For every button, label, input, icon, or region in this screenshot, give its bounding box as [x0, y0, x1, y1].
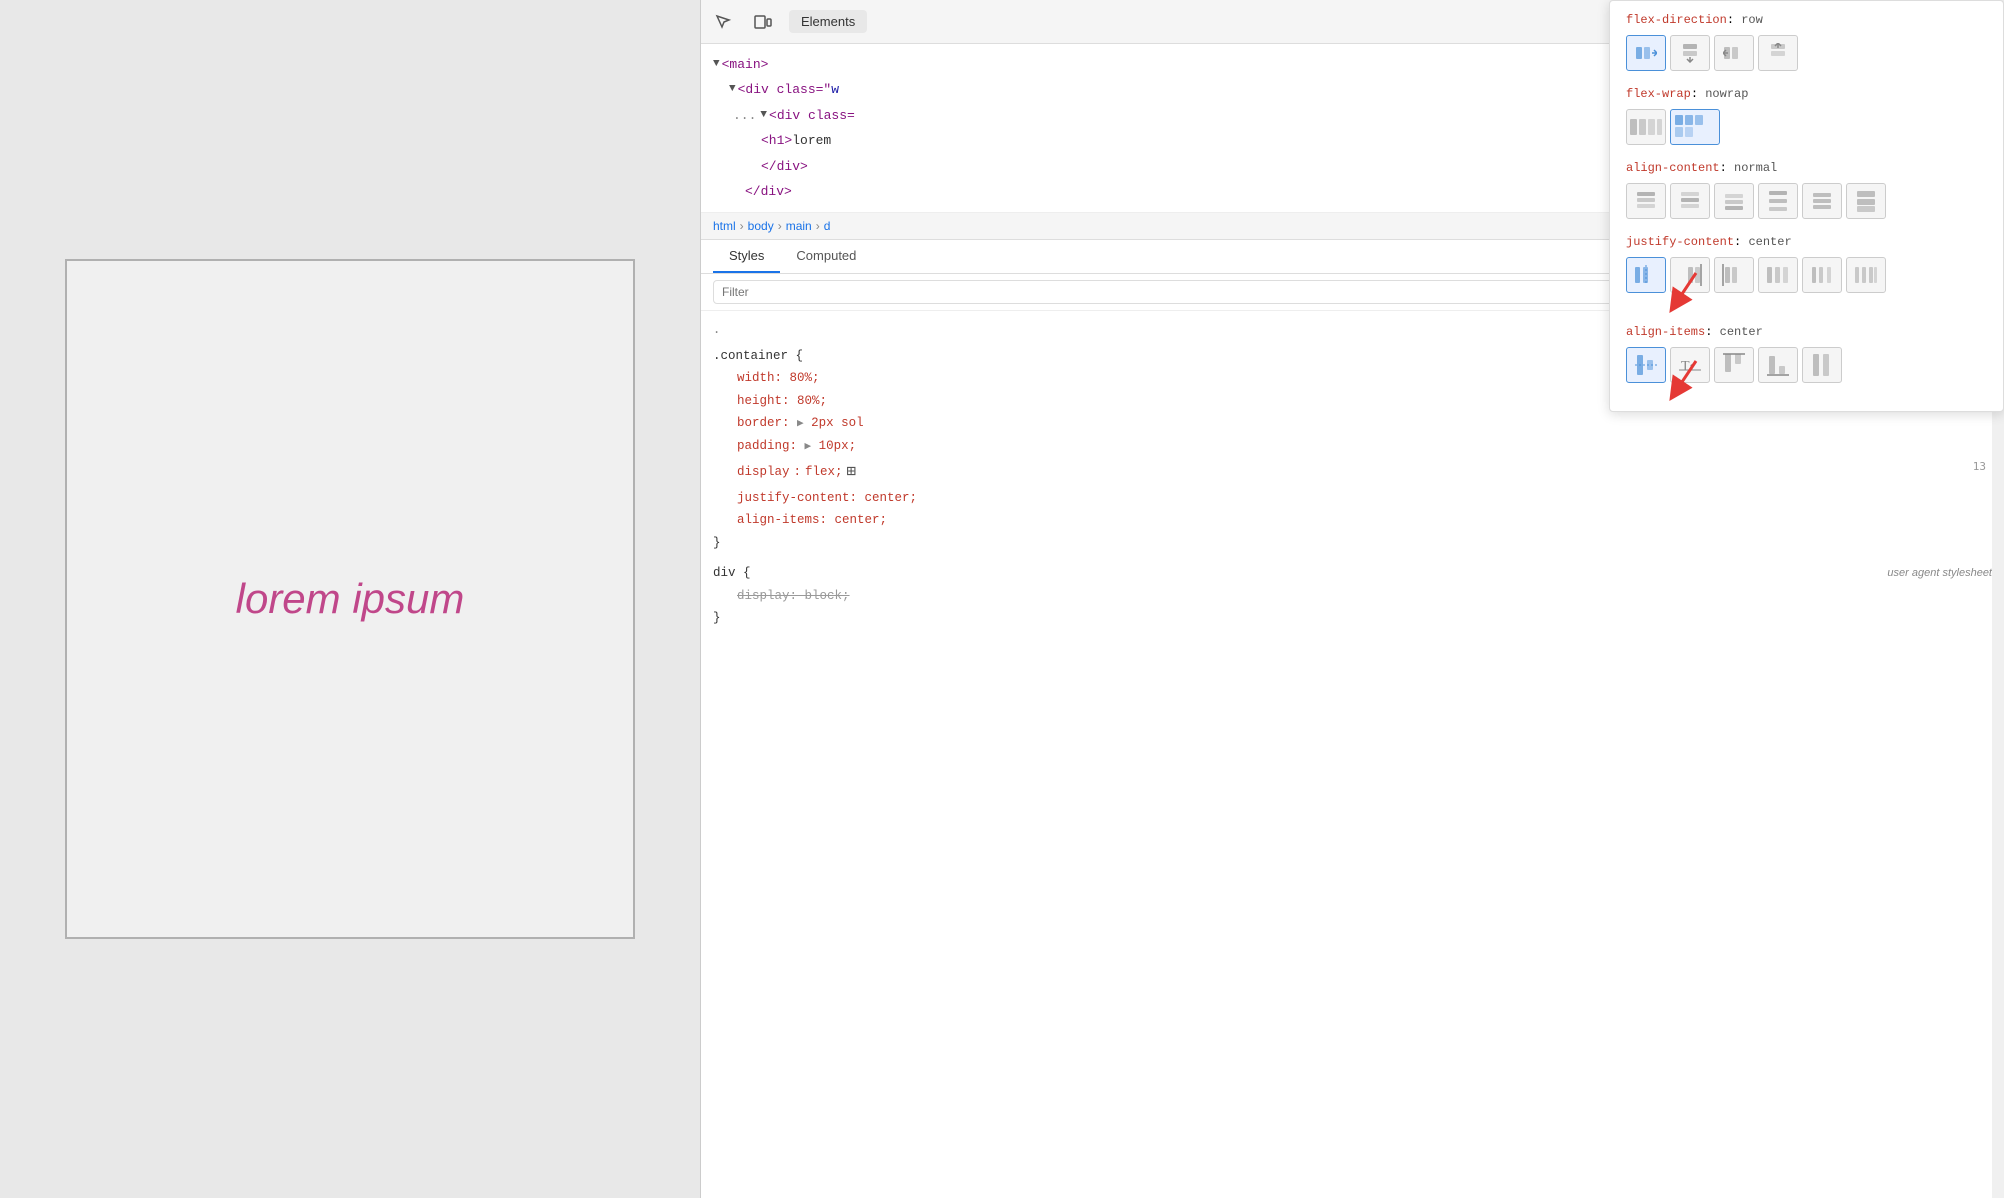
- align-content-end-btn[interactable]: [1714, 183, 1754, 219]
- triangle-icon: ▼: [760, 106, 767, 126]
- flex-wrap-wrap-btn[interactable]: [1670, 109, 1720, 145]
- justify-content-label: justify-content: center: [1626, 235, 1987, 249]
- page-preview: lorem ipsum: [0, 0, 700, 1198]
- devtools-panel: Elements ▼ <main> ▼ <div class="w ... ▼ …: [700, 0, 2004, 1198]
- flex-dir-row-btn[interactable]: [1626, 35, 1666, 71]
- dom-dots: ...: [733, 104, 756, 127]
- flex-dir-column-reverse-btn[interactable]: [1758, 35, 1798, 71]
- align-items-label: align-items: center: [1626, 325, 1987, 339]
- flex-direction-buttons: [1626, 35, 1987, 71]
- flexbox-panel: flex-direction: row: [1609, 0, 2004, 412]
- breadcrumb-body[interactable]: body: [748, 219, 774, 233]
- div-rule: div { user agent stylesheet display: blo…: [713, 562, 1992, 630]
- justify-content-start-btn[interactable]: [1714, 257, 1754, 293]
- css-close-brace: }: [713, 532, 1992, 555]
- justify-content-space-evenly-btn[interactable]: [1846, 257, 1886, 293]
- flex-dir-row-reverse-btn[interactable]: [1714, 35, 1754, 71]
- align-content-space-around-btn[interactable]: [1802, 183, 1842, 219]
- lorem-text: lorem ipsum: [236, 575, 465, 623]
- align-items-arrow: [1661, 356, 1721, 411]
- breadcrumb-html[interactable]: html: [713, 219, 736, 233]
- tab-styles[interactable]: Styles: [713, 240, 780, 273]
- css-prop-padding: padding: ▶ 10px;: [713, 435, 1992, 458]
- device-toggle-icon[interactable]: [749, 8, 777, 36]
- triangle-icon: ▼: [729, 80, 736, 100]
- flex-wrap-buttons: [1626, 109, 1987, 145]
- flex-editor-icon[interactable]: ⊞: [847, 458, 857, 487]
- css-prop-justify-content: justify-content: center;: [713, 487, 1992, 510]
- align-items-center-btn[interactable]: [1626, 347, 1666, 383]
- align-content-stretch-btn[interactable]: [1846, 183, 1886, 219]
- line-number: 13: [1973, 460, 1986, 473]
- select-element-icon[interactable]: [709, 8, 737, 36]
- css-selector-div: div {: [713, 562, 751, 585]
- flex-wrap-label: flex-wrap: nowrap: [1626, 87, 1987, 101]
- align-content-start-btn[interactable]: [1626, 183, 1666, 219]
- align-content-buttons: [1626, 183, 1987, 219]
- align-content-space-between-btn[interactable]: [1758, 183, 1798, 219]
- flex-dir-column-btn[interactable]: [1670, 35, 1710, 71]
- css-prop-display: display: flex; ⊞: [713, 458, 1992, 487]
- css-prop-display-block: display: block;: [713, 585, 1992, 608]
- tab-elements[interactable]: Elements: [789, 10, 867, 33]
- flex-wrap-nowrap-btn[interactable]: [1626, 109, 1666, 145]
- flex-direction-label: flex-direction: row: [1626, 13, 1987, 27]
- flex-wrap-row: flex-wrap: nowrap: [1626, 87, 1987, 145]
- user-agent-label: user agent stylesheet: [1887, 564, 1992, 584]
- align-content-label: align-content: normal: [1626, 161, 1987, 175]
- triangle-icon: ▼: [713, 55, 720, 75]
- align-content-center-btn[interactable]: [1670, 183, 1710, 219]
- justify-content-arrow: [1656, 268, 1716, 323]
- flex-direction-row: flex-direction: row: [1626, 13, 1987, 71]
- align-items-row: align-items: center T t: [1626, 325, 1987, 383]
- justify-content-space-between-btn[interactable]: [1758, 257, 1798, 293]
- breadcrumb-div[interactable]: d: [824, 219, 831, 233]
- justify-content-space-around-btn[interactable]: [1802, 257, 1842, 293]
- container-box: lorem ipsum: [65, 259, 635, 939]
- css-prop-align-items: align-items: center;: [713, 509, 1992, 532]
- breadcrumb-main[interactable]: main: [786, 219, 812, 233]
- align-items-stretch-btn[interactable]: [1802, 347, 1842, 383]
- align-content-row: align-content: normal: [1626, 161, 1987, 219]
- css-close-brace-div: }: [713, 607, 1992, 630]
- align-items-end-btn[interactable]: [1758, 347, 1798, 383]
- css-prop-border: border: ▶ 2px sol: [713, 412, 1992, 435]
- tab-computed[interactable]: Computed: [780, 240, 872, 273]
- justify-content-row: justify-content: center: [1626, 235, 1987, 293]
- css-rules: . .container { width: 80%; height: 80%; …: [701, 311, 2004, 1198]
